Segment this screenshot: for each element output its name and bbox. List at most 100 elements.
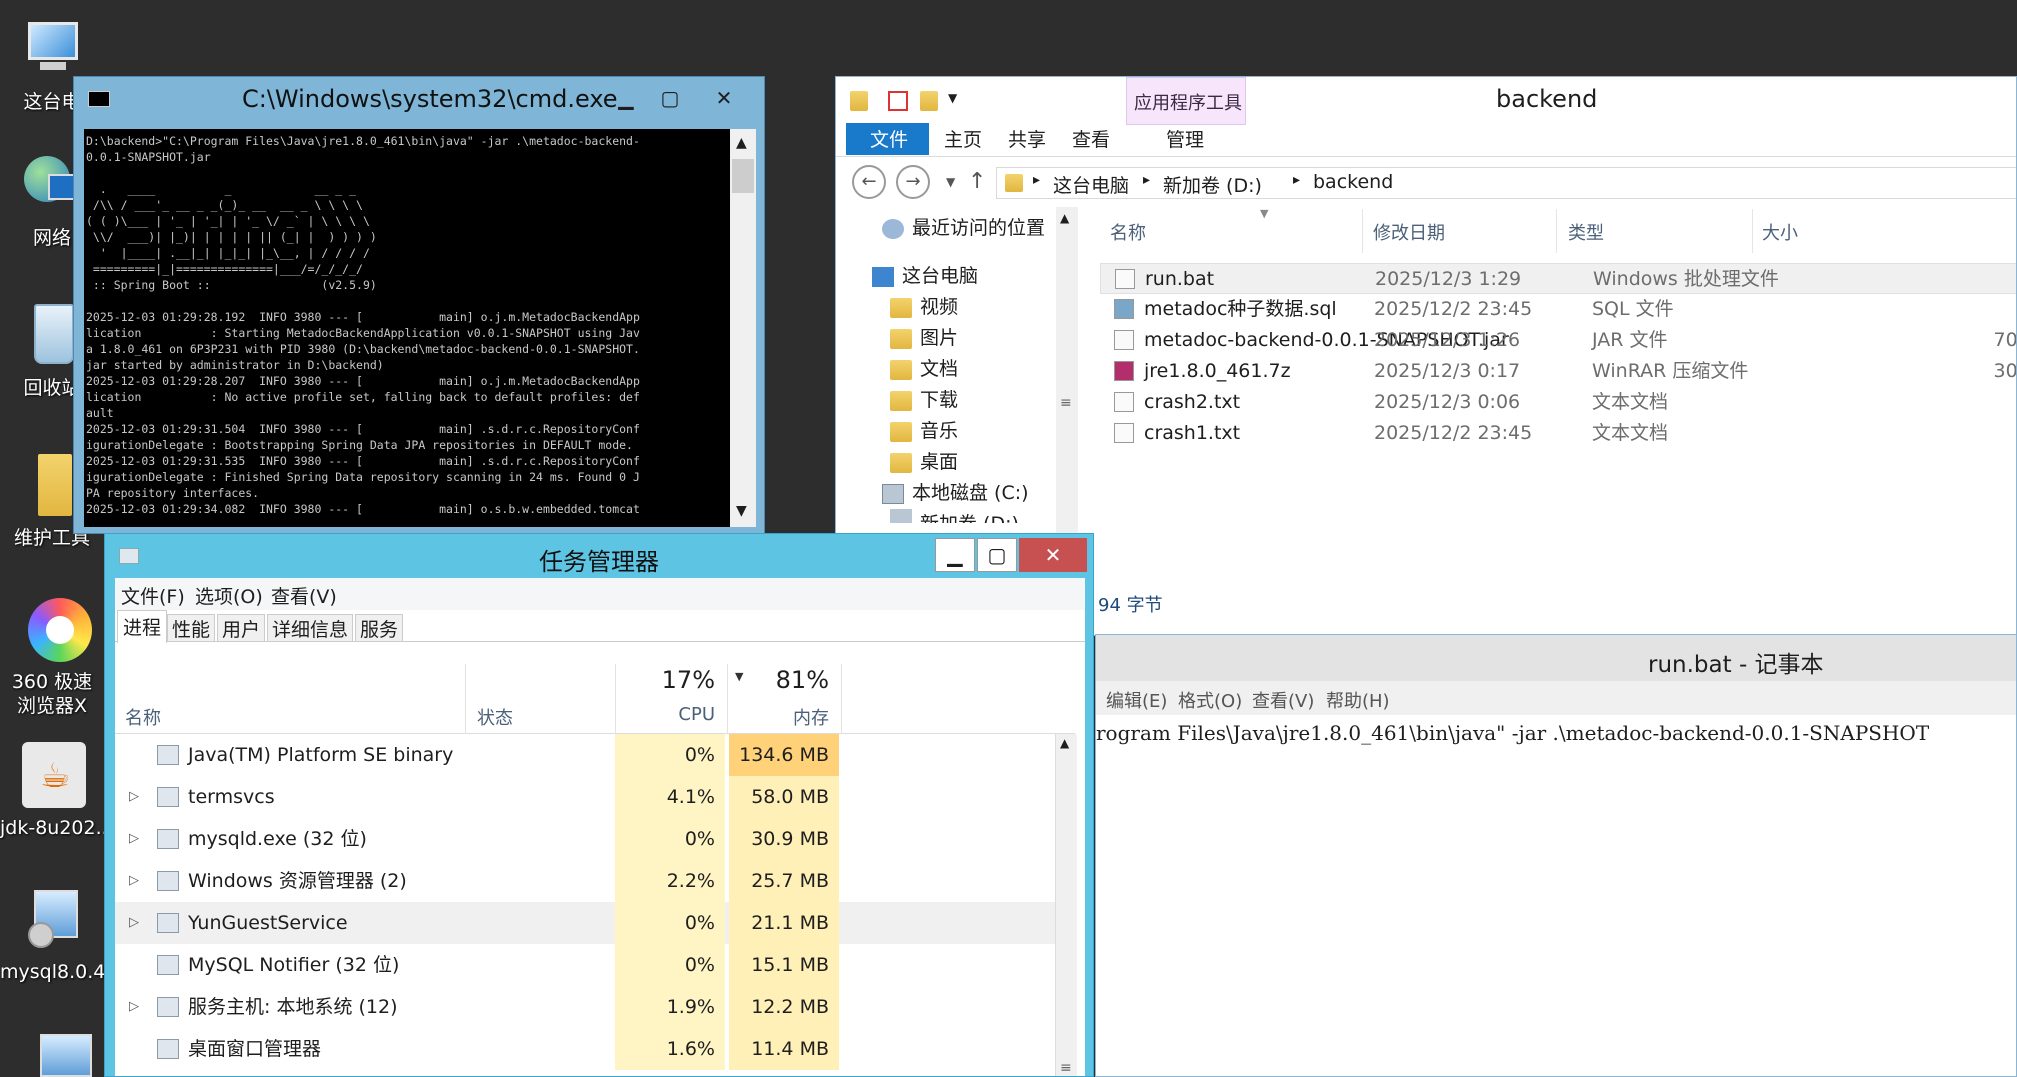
file-list[interactable]: ▼ 名称 修改日期 类型 大小 run.bat 2025/12/3 1:29 Win… — [1090, 205, 2016, 605]
file-row[interactable]: crash1.txt2025/12/2 23:45文本文档11 — [1100, 418, 2016, 449]
column-header-name[interactable]: 名称 — [1110, 219, 1146, 245]
nav-videos[interactable]: 视频 — [890, 292, 958, 323]
taskmgr-tabs[interactable]: 进程 性能 用户 详细信息 服务 — [115, 610, 1085, 643]
expand-icon[interactable]: ▷ — [129, 818, 139, 860]
process-row[interactable]: 桌面窗口管理器 1.6% 11.4 MB — [115, 1028, 1055, 1070]
up-button[interactable]: ↑ — [968, 169, 986, 194]
process-row[interactable]: ▷ Windows 资源管理器 (2) 2.2% 25.7 MB — [115, 860, 1055, 902]
address-bar[interactable]: ▸ 这台电脑 ▸ 新加卷 (D:) ▸ backend — [996, 167, 2016, 199]
process-list[interactable]: Java(TM) Platform SE binary 0% 134.6 MB ▷ te… — [115, 734, 1055, 1076]
file-row[interactable]: run.bat2025/12/3 1:29Windows 批处理文件1 — [1100, 263, 2016, 294]
new-folder-icon[interactable] — [920, 91, 938, 111]
column-header-size[interactable]: 大小 — [1762, 219, 1798, 245]
process-row[interactable]: MySQL Notifier (32 位) 0% 15.1 MB — [115, 944, 1055, 986]
close-button[interactable]: ✕ — [1019, 538, 1087, 572]
column-header-status[interactable]: 状态 — [477, 704, 513, 730]
scroll-down-icon[interactable]: ▼ — [736, 503, 747, 519]
column-header-cpu[interactable]: CPU — [615, 704, 715, 725]
nav-desktop[interactable]: 桌面 — [890, 447, 958, 478]
tab-users[interactable]: 用户 — [217, 614, 266, 642]
file-row[interactable]: metadoc-backend-0.0.1-SNAPSHOT.jar 2025/1… — [1100, 325, 2016, 356]
computer-icon[interactable] — [40, 1034, 92, 1077]
menu-edit[interactable]: 编辑(E) — [1106, 687, 1167, 713]
tab-home[interactable]: 主页 — [944, 125, 982, 155]
forward-button[interactable]: → — [896, 165, 930, 199]
nav-recent[interactable]: 最近访问的位置 — [882, 213, 1045, 244]
tab-services[interactable]: 服务 — [355, 614, 404, 642]
explorer-title-bar[interactable]: ▼ 应用程序工具 backend — [836, 77, 2016, 125]
process-row[interactable]: ▷ YunGuestService 0% 21.1 MB — [115, 902, 1055, 944]
notepad-menu-bar[interactable]: 编辑(E) 格式(O) 查看(V) 帮助(H) — [1096, 681, 2016, 715]
menu-format[interactable]: 格式(O) — [1178, 687, 1242, 713]
tab-details[interactable]: 详细信息 — [267, 614, 354, 642]
process-row[interactable]: Java(TM) Platform SE binary 0% 134.6 MB — [115, 734, 1055, 776]
properties-icon[interactable] — [888, 91, 908, 111]
nav-downloads[interactable]: 下载 — [890, 385, 958, 416]
scroll-up-icon[interactable]: ▲ — [736, 135, 747, 151]
close-button[interactable]: ✕ — [692, 81, 756, 115]
menu-view[interactable]: 查看(V) — [271, 582, 337, 609]
minimize-button[interactable]: ▁ — [604, 81, 648, 115]
tab-view[interactable]: 查看 — [1072, 125, 1110, 155]
expand-icon[interactable]: ▷ — [129, 986, 139, 1028]
recent-locations-chevron-icon[interactable]: ▼ — [946, 175, 955, 189]
taskmgr-window[interactable]: 任务管理器 ▁ ▢ ✕ 文件(F) 选项(O) 查看(V) 进程 性能 用户 详… — [104, 533, 1094, 1077]
expand-icon[interactable]: ▷ — [129, 776, 139, 818]
breadcrumb-drive-d[interactable]: 新加卷 (D:) — [1163, 171, 1262, 198]
taskmgr-menu-bar[interactable]: 文件(F) 选项(O) 查看(V) — [115, 578, 1085, 610]
cmd-window[interactable]: C:\Windows\system32\cmd.exe ▁ ▢ ✕ D:\bac… — [73, 76, 765, 534]
tab-file-label[interactable]: 文件 — [870, 125, 908, 155]
scroll-up-icon[interactable]: ▲ — [1060, 736, 1069, 750]
column-header-memory[interactable]: 内存 — [729, 704, 829, 730]
nav-documents[interactable]: 文档 — [890, 354, 958, 385]
nav-this-pc[interactable]: 这台电脑 — [872, 261, 978, 292]
scroll-up-icon[interactable]: ▲ — [1060, 211, 1069, 225]
process-scrollbar[interactable]: ▲ ≡ — [1055, 734, 1077, 1076]
file-row[interactable]: metadoc种子数据.sql2025/12/2 23:45SQL 文件302 — [1100, 294, 2016, 325]
cmd-title-bar[interactable]: C:\Windows\system32\cmd.exe ▁ ▢ ✕ — [74, 77, 764, 121]
tab-share[interactable]: 共享 — [1008, 125, 1046, 155]
nav-drive-c[interactable]: 本地磁盘 (C:) — [882, 478, 1029, 509]
column-header-name[interactable]: 名称 — [125, 704, 161, 730]
desktop-icon-360-browser[interactable]: 360 极速浏览器X — [0, 596, 104, 718]
nav-drive-d[interactable]: 新加卷 (D:) — [890, 509, 1019, 523]
column-header-type[interactable]: 类型 — [1568, 219, 1604, 245]
expand-icon[interactable]: ▷ — [129, 902, 139, 944]
cpu-total-percent[interactable]: 17% — [615, 666, 715, 694]
tab-manage[interactable]: 管理 — [1166, 125, 1204, 155]
nav-pictures[interactable]: 图片 — [890, 323, 958, 354]
process-table-header[interactable]: 名称 状态 17% CPU ▼ 81% 内存 — [115, 664, 1075, 734]
tab-processes[interactable]: 进程 — [117, 610, 168, 643]
nav-music[interactable]: 音乐 — [890, 416, 958, 447]
expand-icon[interactable]: ▷ — [129, 860, 139, 902]
menu-view[interactable]: 查看(V) — [1252, 687, 1314, 713]
chevron-down-icon[interactable]: ▼ — [948, 91, 957, 105]
maximize-button[interactable]: ▢ — [977, 538, 1017, 572]
desktop-icon-mysql-installer[interactable]: mysql8.0.4... — [0, 886, 104, 984]
memory-total-percent[interactable]: 81% — [729, 666, 829, 694]
minimize-button[interactable]: ▁ — [935, 538, 975, 572]
menu-help[interactable]: 帮助(H) — [1326, 687, 1390, 713]
column-header-date[interactable]: 修改日期 — [1373, 219, 1445, 245]
desktop-icon-jdk[interactable]: ☕ jdk-8u202... — [0, 742, 104, 840]
menu-options[interactable]: 选项(O) — [195, 582, 263, 609]
maximize-button[interactable]: ▢ — [648, 81, 692, 115]
back-button[interactable]: ← — [852, 165, 886, 199]
scroll-thumb[interactable] — [732, 159, 754, 193]
cmd-console-output[interactable]: D:\backend>"C:\Program Files\Java\jre1.8… — [84, 129, 730, 527]
process-row[interactable]: ▷ termsvcs 4.1% 58.0 MB — [115, 776, 1055, 818]
breadcrumb-backend[interactable]: backend — [1313, 171, 1393, 193]
file-row[interactable]: crash2.txt2025/12/3 0:06文本文档11 — [1100, 387, 2016, 418]
tab-performance[interactable]: 性能 — [167, 614, 216, 642]
breadcrumb-this-pc[interactable]: 这台电脑 — [1053, 171, 1129, 198]
file-row[interactable]: jre1.8.0_461.7z 2025/12/3 0:17 WinRAR 压缩文件… — [1100, 356, 2016, 387]
process-row[interactable]: ▷ 服务主机: 本地系统 (12) 1.9% 12.2 MB — [115, 986, 1055, 1028]
menu-file[interactable]: 文件(F) — [121, 582, 185, 609]
notepad-text-area[interactable]: rogram Files\Java\jre1.8.0_461\bin\java"… — [1096, 715, 2016, 1076]
notepad-window[interactable]: run.bat - 记事本 编辑(E) 格式(O) 查看(V) 帮助(H) ro… — [1095, 634, 2017, 1077]
notepad-title-bar[interactable]: run.bat - 记事本 — [1096, 635, 2016, 681]
cmd-scrollbar[interactable]: ▲ ▼ — [730, 129, 756, 527]
taskmgr-client[interactable]: 文件(F) 选项(O) 查看(V) 进程 性能 用户 详细信息 服务 名称 状态… — [115, 578, 1085, 1076]
process-row[interactable]: ▷ mysqld.exe (32 位) 0% 30.9 MB — [115, 818, 1055, 860]
taskmgr-title-bar[interactable]: 任务管理器 ▁ ▢ ✕ — [105, 534, 1093, 578]
